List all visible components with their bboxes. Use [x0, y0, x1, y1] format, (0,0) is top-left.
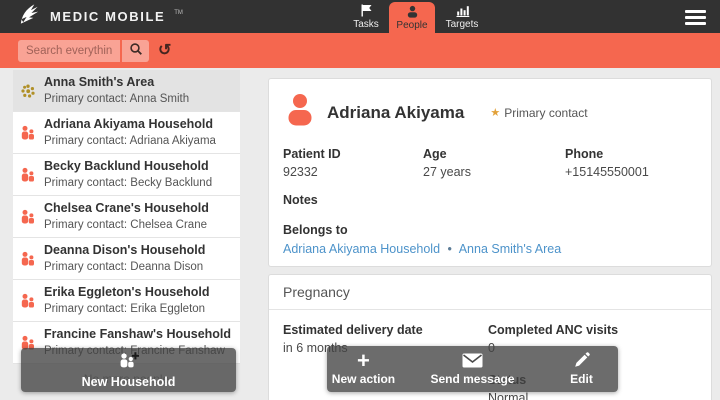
sidebar-item-title: Adriana Akiyama Household [44, 117, 216, 133]
edit-label: Edit [570, 372, 593, 386]
send-message-label: Send message [430, 372, 514, 386]
tab-tasks-label: Tasks [353, 19, 379, 30]
sidebar-item-chelsea-cranes-household[interactable]: Chelsea Crane's Household Primary contac… [13, 196, 240, 238]
household-icon [20, 125, 36, 141]
area-icon [20, 83, 36, 99]
avatar [283, 93, 317, 132]
refresh-icon[interactable]: ↺ [158, 43, 171, 59]
content: Anna Smith's Area Primary contact: Anna … [0, 68, 720, 400]
brand: MEDIC MOBILE TM [0, 2, 183, 31]
person-icon [406, 5, 419, 18]
new-household-label: New Household [82, 375, 176, 389]
contact-action-bar: + New action Send message Edit [327, 346, 618, 392]
search-box [18, 40, 149, 62]
sidebar-item-subtitle: Primary contact: Anna Smith [44, 92, 189, 106]
wing-logo-icon [17, 2, 42, 31]
new-action-button[interactable]: + New action [328, 352, 398, 386]
tab-people[interactable]: People [389, 2, 435, 33]
sidebar-item-title: Becky Backlund Household [44, 159, 212, 175]
field-value: 27 years [423, 165, 565, 179]
sidebar-item-title: Erika Eggleton's Household [44, 285, 210, 301]
sidebar-item-subtitle: Primary contact: Adriana Akiyama [44, 134, 216, 148]
search-bar: ↺ [0, 33, 720, 68]
plus-icon: + [357, 352, 370, 369]
field-patient-id: Patient ID 92332 [283, 147, 423, 179]
link-household[interactable]: Adriana Akiyama Household [283, 242, 440, 256]
sidebar-item-title: Chelsea Crane's Household [44, 201, 209, 217]
field-label: Phone [565, 147, 697, 161]
edit-button[interactable]: Edit [547, 352, 617, 386]
pencil-icon [573, 352, 590, 369]
field-phone: Phone +15145550001 [565, 147, 697, 179]
search-input[interactable] [18, 40, 120, 62]
tab-tasks[interactable]: Tasks [343, 0, 389, 33]
field-label: Completed ANC visits [488, 323, 697, 337]
sidebar-item-title: Francine Fanshaw's Household [44, 327, 231, 343]
sidebar-item-subtitle: Primary contact: Becky Backlund [44, 176, 212, 190]
notes-label: Notes [283, 193, 697, 207]
field-value: +15145550001 [565, 165, 697, 179]
sidebar-item-deanna-disons-household[interactable]: Deanna Dison's Household Primary contact… [13, 238, 240, 280]
household-icon [20, 293, 36, 309]
tab-targets-label: Targets [446, 19, 479, 30]
sidebar-item-title: Deanna Dison's Household [44, 243, 205, 259]
tab-targets[interactable]: Targets [435, 0, 489, 33]
brand-trademark: TM [174, 10, 183, 16]
sidebar-item-anna-smiths-area[interactable]: Anna Smith's Area Primary contact: Anna … [13, 70, 240, 112]
link-area[interactable]: Anna Smith's Area [459, 242, 561, 256]
nav-tabs: Tasks People Targets [343, 0, 489, 33]
contact-summary-card: Adriana Akiyama ★ Primary contact Patien… [268, 78, 712, 267]
sidebar-item-subtitle: Primary contact: Deanna Dison [44, 260, 205, 274]
field-value: 92332 [283, 165, 423, 179]
sidebar-item-title: Anna Smith's Area [44, 75, 189, 91]
search-icon [129, 42, 143, 59]
belongs-to-label: Belongs to [283, 223, 697, 237]
field-label: Patient ID [283, 147, 423, 161]
field-label: Age [423, 147, 565, 161]
pregnancy-card-title: Pregnancy [269, 275, 711, 310]
envelope-icon [462, 352, 483, 369]
brand-name: MEDIC MOBILE [50, 9, 165, 24]
top-bar: MEDIC MOBILE TM Tasks People Targets [0, 0, 720, 33]
field-value: Normal [488, 391, 697, 400]
star-icon: ★ [490, 106, 500, 119]
new-household-icon [118, 351, 140, 374]
sidebar-item-subtitle: Primary contact: Erika Eggleton [44, 302, 210, 316]
search-button[interactable] [122, 40, 149, 62]
new-action-label: New action [332, 372, 395, 386]
primary-contact-label: Primary contact [504, 106, 587, 120]
primary-contact-badge: ★ Primary contact [490, 106, 587, 120]
household-icon [20, 251, 36, 267]
send-message-button[interactable]: Send message [430, 352, 514, 386]
household-icon [20, 209, 36, 225]
flag-icon [359, 4, 373, 17]
tab-people-label: People [396, 20, 427, 31]
field-age: Age 27 years [423, 147, 565, 179]
link-separator: • [448, 242, 452, 256]
new-household-button[interactable]: New Household [21, 348, 236, 392]
contact-name: Adriana Akiyama [327, 103, 464, 123]
sidebar-item-erika-eggletons-household[interactable]: Erika Eggleton's Household Primary conta… [13, 280, 240, 322]
sidebar-item-adriana-akiyama-household[interactable]: Adriana Akiyama Household Primary contac… [13, 112, 240, 154]
household-icon [20, 167, 36, 183]
sidebar-item-subtitle: Primary contact: Chelsea Crane [44, 218, 209, 232]
bar-chart-icon [455, 4, 470, 17]
menu-icon[interactable] [685, 10, 706, 25]
sidebar-item-becky-backlund-household[interactable]: Becky Backlund Household Primary contact… [13, 154, 240, 196]
field-label: Estimated delivery date [283, 323, 488, 337]
